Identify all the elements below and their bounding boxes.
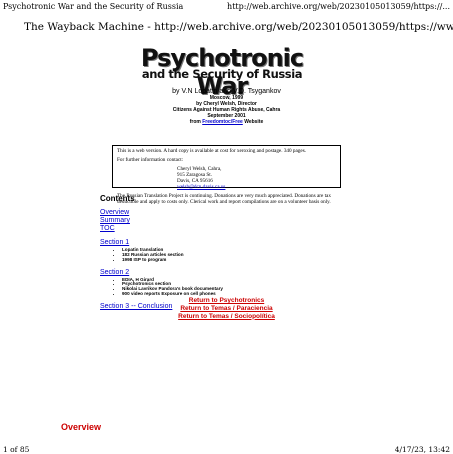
- return-links: Return to Psychotronics Return to Temas …: [0, 297, 453, 320]
- return-paraciencia-link[interactable]: Return to Temas / Paraciencia: [0, 305, 453, 313]
- byline-from-suffix: Website: [244, 119, 264, 125]
- return-sociopolitica-link[interactable]: Return to Temas / Sociopolítica: [0, 313, 453, 321]
- overview-heading: Overview: [61, 422, 102, 432]
- overview-link[interactable]: Overview: [100, 209, 223, 217]
- contents-section: Contents Overview Summary TOC Section 1 …: [100, 194, 223, 311]
- title-banner: Psychotronic War and the Security of Rus…: [132, 44, 312, 100]
- wayback-header: The Wayback Machine - http://web.archive…: [24, 21, 453, 33]
- contact-address: Cheryl Welsh, Cahra, 915 Zaragosa St. Da…: [177, 166, 336, 191]
- byline-from-prefix: from: [189, 119, 201, 125]
- byline: by V.N Lopatin and V.D. Tsygankov Moscow…: [0, 88, 453, 125]
- contents-title: Contents: [100, 194, 135, 203]
- contact-email-link[interactable]: welsh@dcn.davis.ca.us: [177, 184, 336, 191]
- return-psychotronics-link[interactable]: Return to Psychotronics: [0, 297, 453, 305]
- toc-link[interactable]: TOC: [100, 225, 223, 233]
- section-1-list: Lopatin translation 182 Russian articles…: [100, 247, 223, 263]
- byline-authors: by V.N Lopatin and V.D. Tsygankov: [172, 88, 281, 95]
- summary-link[interactable]: Summary: [100, 217, 223, 225]
- section-1-link[interactable]: Section 1: [100, 239, 223, 247]
- notice-paragraph-2: For further information contact:: [117, 156, 184, 163]
- banner-line-2: and the Security of Russia: [141, 67, 303, 81]
- byline-source: from Freedomtoc/Free Website: [0, 120, 453, 125]
- section-2-link[interactable]: Section 2: [100, 269, 223, 277]
- list-item: 1998 ISP to program: [122, 257, 223, 263]
- source-website-link[interactable]: Freedomtoc/Free: [202, 119, 243, 125]
- notice-box: This is a web version. A hard copy is av…: [112, 145, 341, 205]
- notice-paragraph-1: This is a web version. A hard copy is av…: [117, 148, 307, 154]
- print-header-title: Psychotronic War and the Security of Rus…: [3, 2, 184, 11]
- print-header-url: http://web.archive.org/web/2023010501305…: [227, 2, 450, 11]
- section-2-list: EDIA, H Girard Psychotronics section Nik…: [100, 277, 223, 297]
